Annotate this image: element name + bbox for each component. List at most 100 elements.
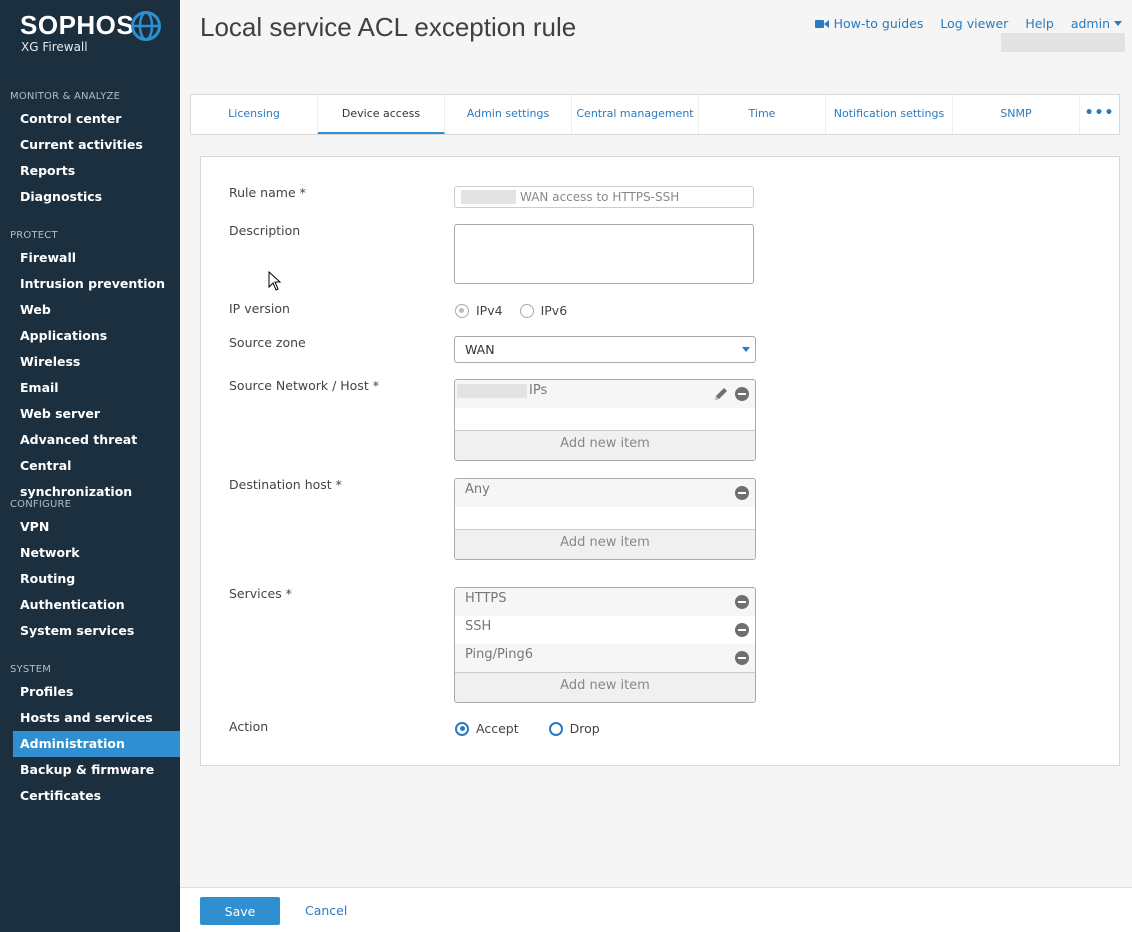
- destination-host-label: Destination host *: [229, 477, 342, 492]
- add-destination-host-button[interactable]: Add new item: [455, 529, 755, 559]
- sidebar-item-diagnostics[interactable]: Diagnostics: [13, 184, 180, 210]
- form-footer: Save Cancel: [180, 887, 1132, 932]
- sidebar-item-hosts-and-services[interactable]: Hosts and services: [13, 705, 180, 731]
- drop-label: Drop: [569, 721, 600, 736]
- list-item: Ping/Ping6: [455, 644, 755, 672]
- service-item-ping: Ping/Ping6: [465, 647, 533, 662]
- sidebar-item-intrusion-prevention[interactable]: Intrusion prevention: [13, 271, 180, 297]
- globe-icon: [131, 11, 161, 41]
- ip-version-label: IP version: [229, 301, 290, 316]
- action-label: Action: [229, 719, 269, 734]
- ipv6-label: IPv6: [540, 303, 568, 318]
- nav-section-monitor: MONITOR & ANALYZE: [10, 91, 121, 102]
- accept-radio[interactable]: [455, 721, 469, 736]
- description-label: Description: [229, 223, 301, 238]
- sidebar-item-wireless[interactable]: Wireless: [13, 349, 180, 375]
- tab-device-access[interactable]: Device access: [318, 95, 445, 134]
- remove-icon[interactable]: [735, 623, 749, 637]
- sidebar-item-network[interactable]: Network: [13, 540, 180, 566]
- mouse-cursor-icon: [268, 271, 282, 291]
- sidebar-item-advanced-threat[interactable]: Advanced threat: [13, 427, 180, 453]
- add-service-button[interactable]: Add new item: [455, 672, 755, 702]
- sidebar-item-certificates[interactable]: Certificates: [13, 783, 180, 809]
- ipv6-radio[interactable]: [519, 303, 534, 318]
- services-label: Services *: [229, 586, 292, 601]
- source-zone-select[interactable]: WAN: [454, 336, 756, 363]
- ipv4-radio[interactable]: [455, 303, 469, 318]
- services-list: HTTPS SSH Ping/Ping6 Add new item: [454, 587, 756, 703]
- drop-radio[interactable]: [548, 721, 563, 736]
- list-spacer: [455, 507, 755, 529]
- source-network-item: IPs: [529, 383, 548, 398]
- top-links: How-to guides Log viewer Help admin: [814, 16, 1122, 31]
- nav-section-configure: CONFIGURE: [10, 499, 72, 510]
- user-menu[interactable]: admin: [1071, 16, 1122, 31]
- destination-host-item: Any: [465, 482, 490, 497]
- more-tabs-button[interactable]: •••: [1080, 95, 1119, 134]
- nav-section-protect: PROTECT: [10, 230, 58, 241]
- remove-icon[interactable]: [735, 387, 749, 401]
- tab-notification-settings[interactable]: Notification settings: [826, 95, 953, 134]
- sidebar-item-current-activities[interactable]: Current activities: [13, 132, 180, 158]
- log-viewer-link[interactable]: Log viewer: [940, 16, 1008, 31]
- source-network-list: IPs Add new item: [454, 379, 756, 461]
- tab-time[interactable]: Time: [699, 95, 826, 134]
- brand-logo: SOPHOS XG Firewall: [20, 10, 165, 60]
- brand-name: SOPHOS: [20, 10, 135, 40]
- destination-host-list: Any Add new item: [454, 478, 756, 560]
- sidebar-item-central-synchronization[interactable]: Central synchronization: [13, 453, 180, 499]
- sidebar-item-authentication[interactable]: Authentication: [13, 592, 180, 618]
- list-item: IPs: [455, 380, 755, 408]
- action-radio-group: Accept Drop: [455, 721, 600, 736]
- list-item: HTTPS: [455, 588, 755, 616]
- redacted-user-info: [1001, 33, 1125, 52]
- accept-label: Accept: [476, 721, 519, 736]
- ip-version-radio-group: IPv4 IPv6: [455, 303, 567, 318]
- sidebar-item-web[interactable]: Web: [13, 297, 180, 323]
- sidebar-item-routing[interactable]: Routing: [13, 566, 180, 592]
- source-zone-value: WAN: [465, 342, 495, 357]
- sidebar-item-profiles[interactable]: Profiles: [13, 679, 180, 705]
- remove-icon[interactable]: [735, 651, 749, 665]
- sidebar-item-backup-firmware[interactable]: Backup & firmware: [13, 757, 180, 783]
- tab-admin-settings[interactable]: Admin settings: [445, 95, 572, 134]
- chevron-down-icon: [1114, 21, 1122, 26]
- sidebar-item-vpn[interactable]: VPN: [13, 514, 180, 540]
- sidebar-item-applications[interactable]: Applications: [13, 323, 180, 349]
- remove-icon[interactable]: [735, 595, 749, 609]
- sidebar-item-control-center[interactable]: Control center: [13, 106, 180, 132]
- tab-snmp[interactable]: SNMP: [953, 95, 1080, 134]
- video-camera-icon: [814, 19, 829, 28]
- list-item: SSH: [455, 616, 755, 644]
- sidebar-item-web-server[interactable]: Web server: [13, 401, 180, 427]
- user-name: admin: [1070, 16, 1110, 31]
- sidebar-item-system-services[interactable]: System services: [13, 618, 180, 644]
- add-source-network-button[interactable]: Add new item: [455, 430, 755, 460]
- cancel-button[interactable]: Cancel: [305, 903, 347, 918]
- product-name: XG Firewall: [21, 40, 88, 54]
- sidebar-item-reports[interactable]: Reports: [13, 158, 180, 184]
- sidebar-item-administration[interactable]: Administration: [13, 731, 180, 757]
- redacted-text: [457, 383, 527, 398]
- rule-name-value: WAN access to HTTPS-SSH: [520, 190, 680, 204]
- service-item-ssh: SSH: [465, 619, 492, 634]
- sidebar-item-email[interactable]: Email: [13, 375, 180, 401]
- rule-name-input[interactable]: WAN access to HTTPS-SSH: [454, 186, 754, 208]
- page-title: Local service ACL exception rule: [200, 12, 577, 42]
- sidebar-item-firewall[interactable]: Firewall: [13, 245, 180, 271]
- pencil-icon[interactable]: [713, 386, 729, 402]
- help-link[interactable]: Help: [1025, 16, 1054, 31]
- tab-central-management[interactable]: Central management: [572, 95, 699, 134]
- how-to-guides-label: How-to guides: [833, 16, 924, 31]
- description-textarea[interactable]: [454, 224, 754, 284]
- remove-icon[interactable]: [735, 486, 749, 500]
- tab-bar: Licensing Device access Admin settings C…: [190, 94, 1120, 135]
- chevron-down-icon: [742, 347, 750, 352]
- how-to-guides-link[interactable]: How-to guides: [814, 16, 924, 31]
- service-item-https: HTTPS: [465, 591, 507, 606]
- source-zone-label: Source zone: [229, 335, 306, 350]
- list-spacer: [455, 408, 755, 430]
- rule-name-label: Rule name *: [229, 185, 306, 200]
- save-button[interactable]: Save: [200, 897, 280, 925]
- tab-licensing[interactable]: Licensing: [191, 95, 318, 134]
